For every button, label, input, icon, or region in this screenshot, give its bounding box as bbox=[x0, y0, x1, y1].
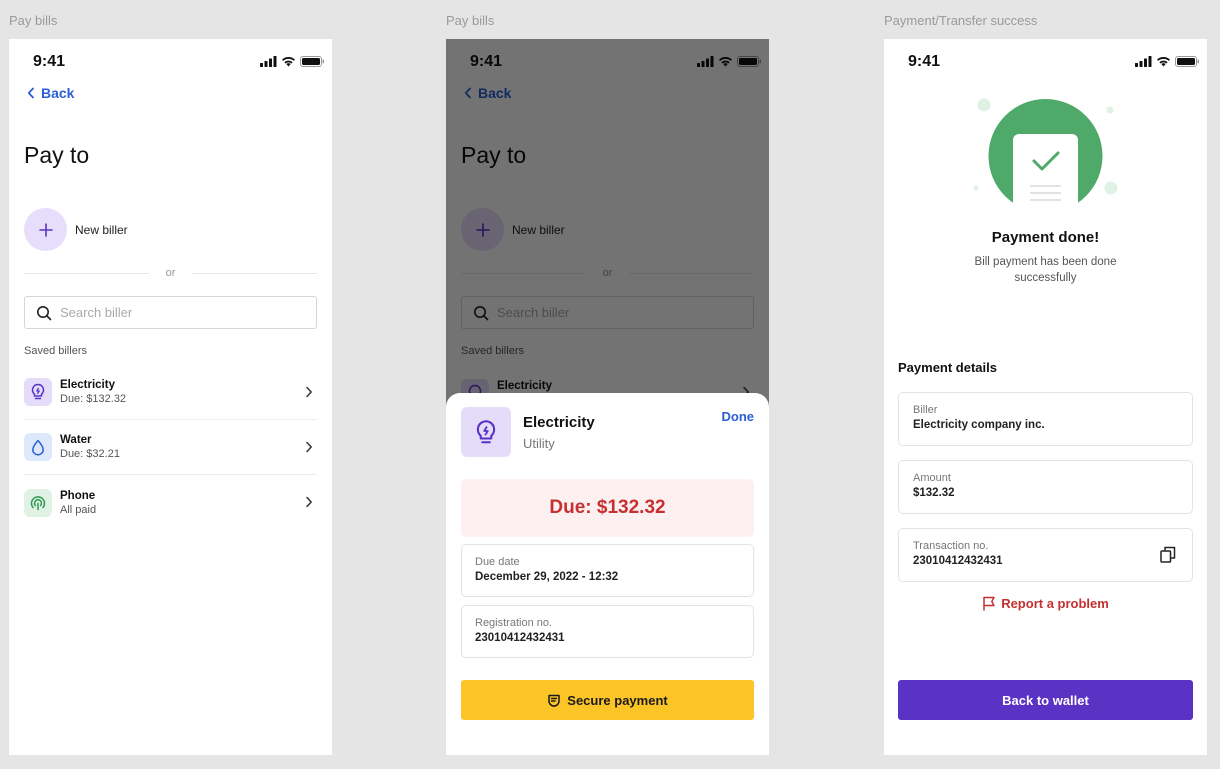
search-biller-input[interactable]: Search biller bbox=[24, 296, 317, 329]
registration-label: Registration no. bbox=[475, 617, 553, 629]
due-date-label: Due date bbox=[475, 556, 520, 568]
pay-to-screen: 9:41 Back Pay to New biller or Search bi… bbox=[9, 39, 332, 755]
due-date-value: December 29, 2022 - 12:32 bbox=[475, 571, 619, 583]
biller-label: Biller bbox=[913, 404, 938, 416]
biller-row-phone[interactable]: Phone All paid bbox=[24, 475, 317, 530]
status-icons bbox=[260, 56, 324, 67]
cellular-signal-icon bbox=[260, 56, 277, 67]
new-biller-button[interactable]: New biller bbox=[24, 208, 128, 251]
transaction-value: 23010412432431 bbox=[913, 555, 1003, 567]
biller-name: Electricity bbox=[60, 379, 115, 391]
search-icon bbox=[37, 305, 52, 320]
biller-detail-card: Biller Electricity company inc. bbox=[898, 392, 1193, 446]
biller-status: All paid bbox=[60, 503, 97, 516]
signal-icon bbox=[30, 495, 46, 510]
status-icons bbox=[1135, 56, 1199, 67]
biller-status: Due: $132.32 bbox=[60, 393, 127, 405]
secure-payment-button[interactable]: Secure payment bbox=[461, 680, 754, 720]
biller-icon-tile bbox=[24, 433, 52, 461]
biller-row-water[interactable]: Water Due: $32.21 bbox=[24, 420, 317, 475]
due-amount-banner: Due: $132.32 bbox=[461, 479, 754, 537]
payment-details-title: Payment details bbox=[898, 360, 997, 375]
or-divider: or bbox=[24, 267, 317, 281]
lightbulb-icon bbox=[476, 419, 496, 443]
sheet-header: Electricity Utility bbox=[461, 407, 595, 457]
biller-name: Phone bbox=[60, 489, 96, 502]
sheet-icon-tile bbox=[461, 407, 511, 457]
water-drop-icon bbox=[32, 439, 44, 455]
chevron-left-icon bbox=[27, 87, 34, 99]
amount-value: $132.32 bbox=[913, 487, 955, 499]
biller-name: Water bbox=[60, 434, 92, 446]
lightbulb-icon bbox=[31, 383, 45, 400]
chevron-right-icon bbox=[306, 496, 312, 508]
battery-icon bbox=[1175, 56, 1199, 67]
frame-title-pay-bills: Pay bills bbox=[9, 13, 58, 28]
new-biller-label: New biller bbox=[75, 222, 128, 237]
secure-payment-label: Secure payment bbox=[567, 692, 668, 708]
biller-icon-tile bbox=[24, 488, 52, 517]
saved-billers-label: Saved billers bbox=[24, 345, 87, 357]
amount-detail-card: Amount $132.32 bbox=[898, 460, 1193, 514]
success-illustration bbox=[973, 98, 1118, 204]
saved-billers-list: Electricity Due: $132.32 Water Due: $32.… bbox=[24, 365, 317, 530]
wifi-icon bbox=[1157, 57, 1170, 67]
shield-card-icon bbox=[548, 694, 561, 707]
search-placeholder: Search biller bbox=[60, 305, 133, 320]
frame-title-success: Payment/Transfer success bbox=[884, 13, 1038, 28]
cellular-signal-icon bbox=[1135, 56, 1152, 67]
biller-sheet-screen: 9:41 Back Pay to New biller or Search bi… bbox=[446, 39, 769, 755]
transaction-label: Transaction no. bbox=[913, 540, 989, 552]
registration-value: 23010412432431 bbox=[475, 632, 565, 644]
status-bar: 9:41 bbox=[884, 39, 1207, 85]
registration-card: Registration no. 23010412432431 bbox=[461, 605, 754, 658]
transaction-detail-card: Transaction no. 23010412432431 bbox=[898, 528, 1193, 582]
new-biller-circle bbox=[24, 208, 67, 251]
biller-status: Due: $32.21 bbox=[60, 448, 120, 460]
battery-icon bbox=[300, 56, 324, 67]
report-problem-label: Report a problem bbox=[1001, 596, 1109, 611]
status-time: 9:41 bbox=[33, 53, 66, 70]
amount-label: Amount bbox=[913, 472, 951, 484]
divider-line-right bbox=[192, 273, 317, 274]
wifi-icon bbox=[282, 57, 295, 67]
frame-title-pay-bills-sheet: Pay bills bbox=[446, 13, 495, 28]
plus-icon bbox=[38, 222, 53, 237]
sheet-title: Electricity bbox=[523, 413, 595, 431]
back-label: Back bbox=[41, 85, 75, 101]
status-bar: 9:41 bbox=[9, 39, 332, 85]
chevron-right-icon bbox=[306, 386, 312, 398]
success-subtitle: Bill payment has been done successfully bbox=[974, 256, 1117, 284]
copy-icon[interactable] bbox=[1160, 546, 1176, 563]
success-title: Payment done! bbox=[991, 229, 1100, 246]
biller-row-electricity[interactable]: Electricity Due: $132.32 bbox=[24, 365, 317, 420]
back-button[interactable]: Back bbox=[27, 85, 74, 101]
page-title: Pay to bbox=[24, 142, 90, 168]
back-to-wallet-button[interactable]: Back to wallet bbox=[898, 680, 1193, 720]
payment-success-screen: 9:41 Payment done! Bill payment has been… bbox=[884, 39, 1207, 755]
sheet-subtitle: Utility bbox=[523, 435, 555, 451]
due-date-card: Due date December 29, 2022 - 12:32 bbox=[461, 544, 754, 597]
biller-icon-tile bbox=[24, 378, 52, 406]
status-time: 9:41 bbox=[908, 53, 941, 70]
done-button[interactable]: Done bbox=[722, 409, 755, 424]
report-problem-link[interactable]: Report a problem bbox=[884, 596, 1207, 611]
chevron-right-icon bbox=[306, 441, 312, 453]
flag-icon bbox=[983, 596, 995, 611]
biller-bottom-sheet: Electricity Utility Done Due: $132.32 Du… bbox=[446, 393, 769, 755]
biller-value: Electricity company inc. bbox=[913, 419, 1045, 431]
